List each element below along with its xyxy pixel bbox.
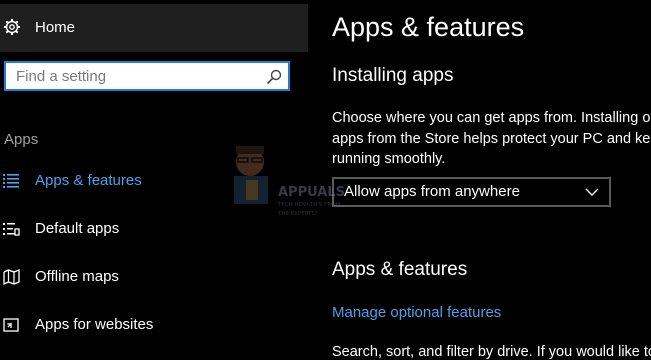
watermark-tagline: TECH HOW-TO'S FROM bbox=[277, 202, 340, 208]
sidebar-item-apps-for-websites[interactable]: Apps for websites bbox=[0, 305, 308, 345]
sidebar-item-offline-maps[interactable]: Offline maps bbox=[0, 257, 308, 297]
dropdown-value: Allow apps from anywhere bbox=[344, 183, 520, 200]
apps-features-heading: Apps & features bbox=[332, 259, 468, 280]
sidebar-item-label: Offline maps bbox=[35, 268, 119, 285]
apps-websites-icon bbox=[3, 318, 19, 332]
search-sort-description: Search, sort, and filter by drive. If yo… bbox=[332, 344, 651, 360]
gear-icon bbox=[4, 19, 20, 35]
manage-optional-features-link[interactable]: Manage optional features bbox=[332, 304, 501, 321]
home-nav-item[interactable]: Home bbox=[0, 4, 308, 52]
chevron-down-icon bbox=[585, 188, 599, 196]
description-line: Choose where you can get apps from. Inst… bbox=[332, 110, 651, 126]
installing-apps-heading: Installing apps bbox=[332, 65, 454, 86]
description-line: running smoothly. bbox=[332, 151, 446, 167]
page-title: Apps & features bbox=[332, 12, 525, 42]
list-icon bbox=[3, 174, 19, 188]
installing-apps-description: Choose where you can get apps from. Inst… bbox=[332, 108, 651, 170]
sidebar-item-label: Default apps bbox=[35, 220, 120, 237]
description-line: apps from the Store helps protect your P… bbox=[332, 130, 651, 147]
sidebar-item-label: Apps & features bbox=[35, 172, 142, 189]
app-source-dropdown[interactable]: Allow apps from anywhere bbox=[332, 177, 611, 207]
search-box[interactable]: Find a setting bbox=[4, 61, 290, 91]
watermark-title: APPUALS bbox=[278, 185, 345, 200]
watermark-tagline-2: THE EXPERTS! bbox=[277, 211, 317, 217]
search-input[interactable]: Find a setting bbox=[16, 68, 106, 85]
watermark-logo: APPUALS TECH HOW-TO'S FROM THE EXPERTS! bbox=[234, 146, 345, 217]
search-icon[interactable] bbox=[266, 69, 282, 85]
default-apps-icon bbox=[3, 223, 20, 236]
main-content: Apps & features Installing apps Choose w… bbox=[308, 0, 651, 360]
section-label-apps: Apps bbox=[4, 131, 39, 148]
map-icon bbox=[3, 269, 20, 285]
sidebar-item-label: Apps for websites bbox=[35, 316, 154, 333]
home-label: Home bbox=[35, 19, 76, 36]
